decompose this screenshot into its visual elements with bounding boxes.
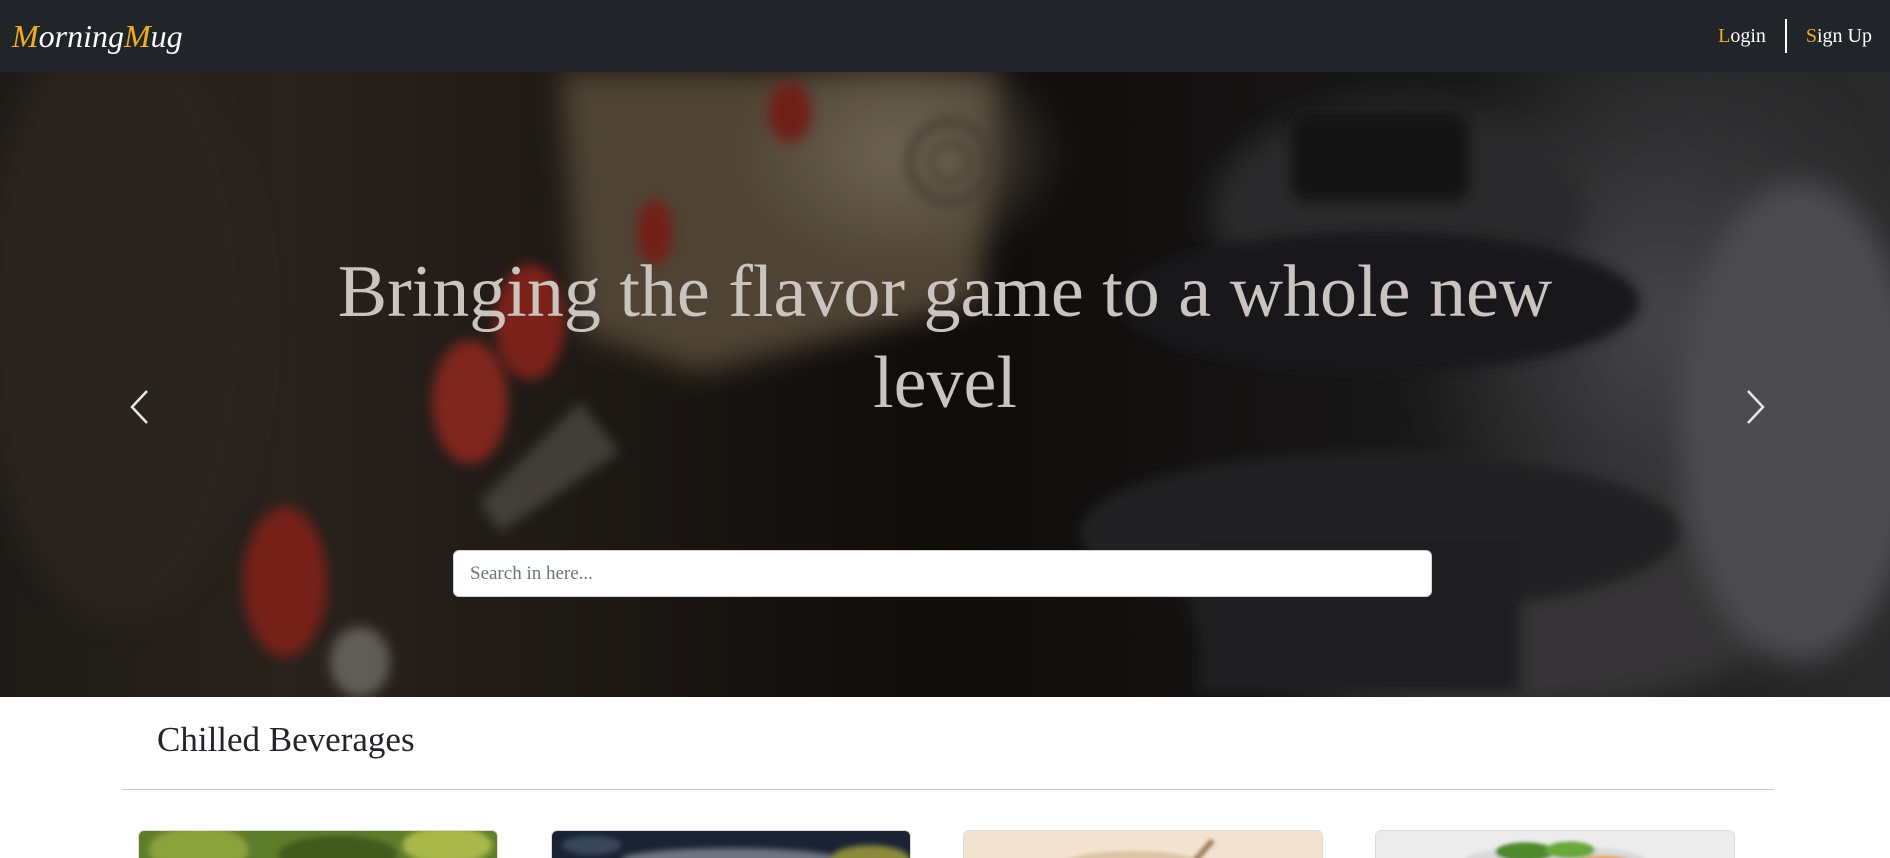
dark-glass-drink-image xyxy=(552,831,910,858)
login-initial: L xyxy=(1718,24,1731,47)
brand-logo[interactable]: MorningMug xyxy=(12,18,183,55)
brand-text-ug: ug xyxy=(150,17,183,54)
product-card[interactable] xyxy=(138,830,498,858)
carousel-next-button[interactable] xyxy=(1725,362,1785,452)
mint-garnish-drink-image xyxy=(1376,831,1734,858)
product-card[interactable] xyxy=(551,830,911,858)
section-divider xyxy=(122,789,1773,790)
chevron-right-icon xyxy=(1747,390,1765,424)
hero-carousel: Bringing the flavor game to a whole new … xyxy=(0,72,1890,697)
section-title: Chilled Beverages xyxy=(157,720,415,759)
brand-initial-m: M xyxy=(12,17,39,54)
signup-initial: S xyxy=(1805,24,1817,47)
search-box xyxy=(453,550,1432,597)
product-card[interactable] xyxy=(1375,830,1735,858)
hero-headline: Bringing the flavor game to a whole new … xyxy=(337,251,1553,424)
cream-coffee-drink-image xyxy=(964,831,1322,858)
carousel-prev-button[interactable] xyxy=(110,362,170,452)
green-leafy-drink-image xyxy=(139,831,497,858)
brand-text-orning: orning xyxy=(38,17,124,54)
login-link[interactable]: Login xyxy=(1699,25,1785,48)
signup-link[interactable]: Sign Up xyxy=(1787,25,1872,48)
signup-rest: ign Up xyxy=(1817,24,1872,47)
login-rest: ogin xyxy=(1730,24,1766,47)
brand-initial-m2: M xyxy=(124,17,151,54)
nav-links: Login Sign Up xyxy=(1699,19,1872,53)
navbar: MorningMug Login Sign Up xyxy=(0,0,1890,72)
search-input[interactable] xyxy=(453,550,1432,597)
chevron-left-icon xyxy=(130,390,148,424)
product-card[interactable] xyxy=(963,830,1323,858)
